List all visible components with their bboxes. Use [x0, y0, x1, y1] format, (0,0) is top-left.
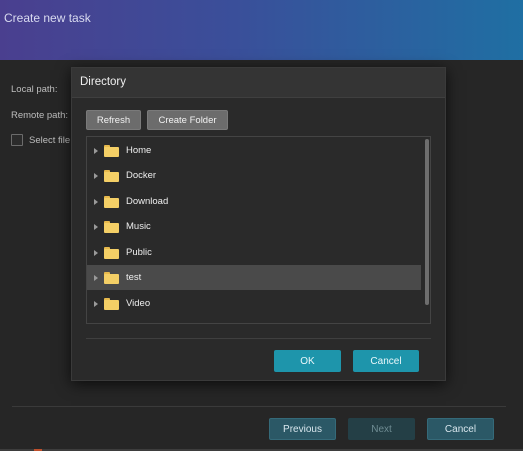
folder-row-video[interactable]: Video — [87, 291, 421, 316]
expand-caret-icon[interactable] — [94, 172, 98, 179]
folder-label: Home — [126, 145, 152, 156]
ok-button[interactable]: OK — [274, 350, 341, 372]
folder-row-docker[interactable]: Docker — [87, 163, 421, 188]
dialog-header: Directory — [72, 68, 445, 98]
folder-row-download[interactable]: Download — [87, 189, 421, 214]
folder-label: Public — [126, 247, 152, 258]
folder-tree[interactable]: Home Docker Download Music Public test V… — [86, 136, 431, 324]
folder-icon — [104, 220, 119, 233]
remote-path-label: Remote path: — [11, 110, 69, 121]
folder-row-music[interactable]: Music — [87, 214, 421, 239]
create-folder-button[interactable]: Create Folder — [147, 110, 228, 130]
folder-icon — [104, 195, 119, 208]
wizard-title: Create new task — [4, 11, 91, 25]
expand-caret-icon[interactable] — [94, 274, 98, 281]
next-button[interactable]: Next — [348, 418, 415, 440]
folder-label: Docker — [126, 170, 157, 181]
expand-caret-icon[interactable] — [94, 198, 98, 205]
dialog-footer-divider — [86, 338, 431, 339]
select-files-label: Select file — [29, 135, 71, 146]
folder-icon — [104, 297, 119, 310]
folder-row-public[interactable]: Public — [87, 240, 421, 265]
dialog-title: Directory — [80, 76, 127, 88]
previous-button[interactable]: Previous — [269, 418, 336, 440]
tree-scrollbar[interactable] — [425, 139, 429, 305]
wizard-header: Create new task — [0, 0, 523, 60]
folder-label: Music — [126, 221, 151, 232]
folder-label: Download — [126, 196, 169, 207]
local-path-label: Local path: — [11, 84, 58, 95]
folder-label: test — [126, 272, 142, 283]
directory-dialog: Directory Refresh Create Folder Home Doc… — [71, 67, 446, 381]
folder-icon — [104, 271, 119, 284]
folder-label: Video — [126, 298, 151, 309]
expand-caret-icon[interactable] — [94, 223, 98, 230]
folder-icon — [104, 169, 119, 182]
wizard-footer-divider — [12, 406, 506, 407]
expand-caret-icon[interactable] — [94, 147, 98, 154]
folder-row-test[interactable]: test — [87, 265, 421, 290]
dialog-cancel-button[interactable]: Cancel — [353, 350, 419, 372]
folder-row-home[interactable]: Home — [87, 138, 421, 163]
refresh-button[interactable]: Refresh — [86, 110, 141, 130]
folder-icon — [104, 246, 119, 259]
expand-caret-icon[interactable] — [94, 249, 98, 256]
folder-icon — [104, 144, 119, 157]
select-files-checkbox[interactable] — [11, 134, 23, 146]
wizard-cancel-button[interactable]: Cancel — [427, 418, 494, 440]
expand-caret-icon[interactable] — [94, 300, 98, 307]
